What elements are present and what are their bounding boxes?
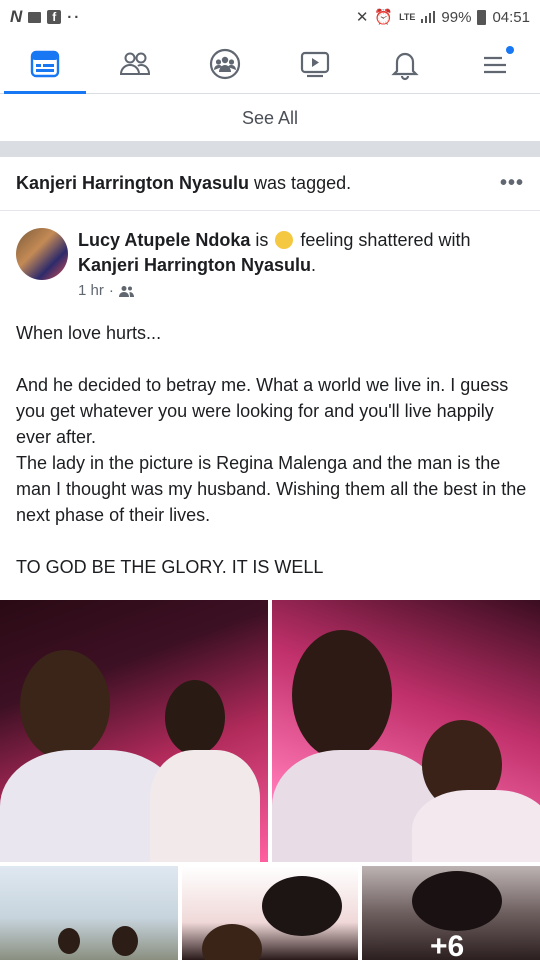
battery-icon (477, 9, 487, 25)
story-header: Kanjeri Harrington Nyasulu was tagged. •… (0, 157, 540, 211)
post-photo-3[interactable] (0, 866, 178, 960)
alarm-icon: ⏰ (374, 9, 394, 26)
post-paragraph-3: TO GOD BE THE GLORY. IT IS WELL (16, 557, 324, 577)
friends-privacy-icon (118, 285, 134, 297)
post-header: Lucy Atupele Ndoka is feeling shattered … (16, 224, 526, 304)
feeling-text: feeling shattered with (295, 230, 471, 250)
video-icon (300, 51, 330, 77)
status-bar: N f ·· ✕ ⏰ LTE 99% 04:51 (0, 0, 540, 34)
facebook-icon: f (47, 10, 62, 24)
post-body: When love hurts... And he decided to bet… (16, 320, 528, 580)
avatar[interactable] (16, 228, 68, 280)
mute-icon: ✕ (355, 9, 369, 26)
clock: 04:51 (492, 8, 530, 26)
post-paragraph-2: And he decided to betray me. What a worl… (16, 375, 527, 525)
meta-dot: · (108, 282, 114, 299)
post-paragraph-1: When love hurts... (16, 323, 162, 343)
news-feed-icon (30, 50, 60, 77)
bell-icon (391, 52, 419, 80)
tagged-suffix: was tagged. (249, 173, 352, 193)
status-left-icons: N f ·· (10, 7, 81, 27)
tab-watch[interactable] (270, 34, 360, 93)
more-photos-count[interactable]: +6 (430, 930, 464, 960)
with-suffix: . (311, 255, 317, 275)
post-meta: 1 hr · (78, 282, 134, 299)
author-name[interactable]: Lucy Atupele Ndoka (78, 230, 250, 250)
status-right: ✕ ⏰ LTE 99% 04:51 (355, 8, 530, 27)
post-photo-4[interactable] (182, 866, 358, 960)
with-user-name[interactable]: Kanjeri Harrington Nyasulu (78, 255, 311, 275)
signal-icon (421, 11, 436, 23)
battery-percent: 99% (441, 8, 472, 26)
tab-news-feed[interactable] (0, 34, 90, 94)
tab-friends[interactable] (90, 34, 180, 93)
message-icon (28, 11, 42, 23)
section-divider (0, 141, 540, 157)
post-photo-1[interactable] (0, 600, 268, 862)
more-dots-icon: ·· (67, 8, 82, 26)
post-photo-2[interactable] (272, 600, 540, 862)
tab-menu[interactable] (450, 34, 540, 93)
tab-notifications[interactable] (360, 34, 450, 93)
feeling-prefix: is (250, 230, 274, 250)
see-all-link[interactable]: See All (0, 95, 540, 141)
tagged-user-name[interactable]: Kanjeri Harrington Nyasulu (16, 173, 249, 193)
shattered-emoji-icon (275, 231, 294, 249)
more-options-button[interactable]: ••• (500, 172, 524, 195)
n-app-icon: N (10, 7, 23, 26)
post-title: Lucy Atupele Ndoka is feeling shattered … (78, 228, 528, 278)
post-time[interactable]: 1 hr (78, 282, 104, 299)
story-header-text: Kanjeri Harrington Nyasulu was tagged. (16, 173, 351, 194)
tab-groups[interactable] (180, 34, 270, 93)
menu-badge (506, 46, 514, 54)
friends-icon (119, 52, 151, 75)
network-type: LTE (399, 11, 416, 22)
tab-bar (0, 34, 540, 94)
groups-icon (209, 48, 241, 79)
